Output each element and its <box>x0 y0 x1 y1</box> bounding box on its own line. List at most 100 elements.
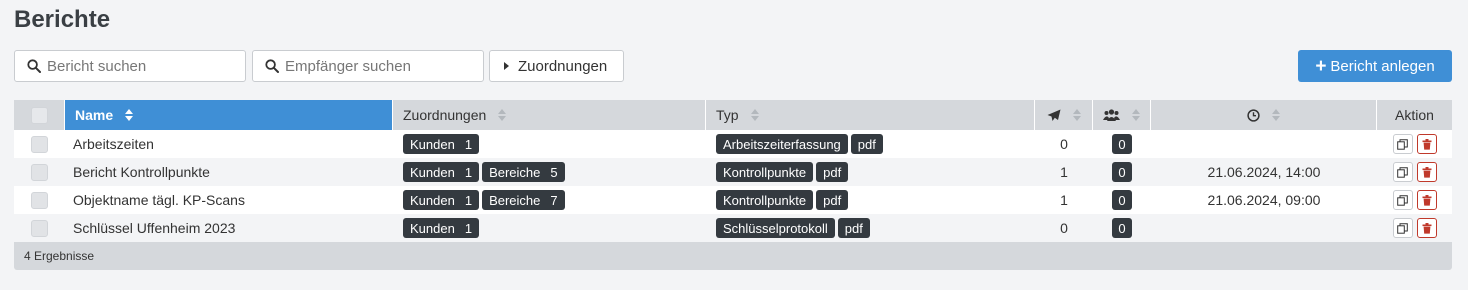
type-tag: Kontrollpunkte <box>716 162 814 182</box>
column-header-name[interactable]: Name <box>65 100 393 130</box>
type-tag: Arbeitszeiterfassung <box>716 134 848 154</box>
recipient-search-box[interactable] <box>252 50 484 82</box>
table-row[interactable]: Bericht Kontrollpunkte Kunden 1 Bereiche 5 … <box>14 158 1452 186</box>
sent-count: 0 <box>1060 136 1068 152</box>
assignment-tag: Kunden 1 <box>403 218 480 238</box>
trash-icon <box>1422 194 1431 206</box>
sort-icon <box>498 109 507 121</box>
row-checkbox[interactable] <box>31 135 48 153</box>
type-cell: Kontrollpunkte pdf <box>706 186 1035 214</box>
assignment-tag: Kunden 1 <box>403 162 480 182</box>
assignment-tag: Bereiche 5 <box>482 162 565 182</box>
assignment-tag-count: 1 <box>464 136 473 152</box>
assignment-tag: Bereiche 7 <box>482 190 565 210</box>
column-header-sent[interactable] <box>1035 100 1093 130</box>
type-tag: pdf <box>837 218 870 238</box>
timestamp <box>1151 130 1377 158</box>
copy-button[interactable] <box>1392 190 1413 210</box>
type-tag: pdf <box>816 190 849 210</box>
copy-icon <box>1397 222 1408 234</box>
column-header-recipients[interactable] <box>1093 100 1151 130</box>
action-cell <box>1377 130 1452 158</box>
table-body: Arbeitszeiten Kunden 1 Arbeitszeiterfassu… <box>14 130 1452 242</box>
select-all-checkbox[interactable] <box>30 106 48 124</box>
recipients-cell: 0 <box>1093 186 1151 214</box>
report-name[interactable]: Arbeitszeiten <box>65 130 393 158</box>
column-header-action-label: Aktion <box>1395 107 1434 123</box>
assignments-cell: Kunden 1 <box>393 130 706 158</box>
sort-icon <box>1072 109 1081 121</box>
row-select-cell <box>14 186 65 214</box>
timestamp <box>1151 214 1377 242</box>
table-footer: 4 Ergebnisse <box>14 242 1452 270</box>
assignment-tag-label: Kunden <box>410 220 455 236</box>
users-icon <box>1103 109 1120 121</box>
assignments-cell: Kunden 1 Bereiche 7 <box>393 186 706 214</box>
column-header-assignments[interactable]: Zuordnungen <box>393 100 706 130</box>
assignment-tag: Kunden 1 <box>403 134 480 154</box>
row-select-cell <box>14 130 65 158</box>
delete-button[interactable] <box>1416 218 1437 238</box>
column-header-timestamp[interactable] <box>1151 100 1377 130</box>
copy-button[interactable] <box>1392 218 1413 238</box>
plus-icon: + <box>1315 55 1327 77</box>
column-header-assignments-label: Zuordnungen <box>403 107 487 123</box>
row-checkbox[interactable] <box>31 191 48 209</box>
type-cell: Schlüsselprotokoll pdf <box>706 214 1035 242</box>
assignment-tag-count: 1 <box>464 192 473 208</box>
copy-icon <box>1397 194 1408 206</box>
row-checkbox[interactable] <box>31 163 48 181</box>
column-header-action: Aktion <box>1377 100 1452 130</box>
recipients-cell: 0 <box>1093 158 1151 186</box>
caret-right-icon <box>504 62 509 70</box>
recipients-count-badge: 0 <box>1112 162 1132 182</box>
assignment-tag-count: 1 <box>464 220 473 236</box>
assignment-tag-count: 1 <box>464 164 473 180</box>
report-search-box[interactable] <box>14 50 246 82</box>
report-name[interactable]: Objektname tägl. KP-Scans <box>65 186 393 214</box>
clock-icon <box>1247 108 1260 122</box>
new-report-label: Bericht anlegen <box>1330 57 1435 75</box>
table-header: Name Zuordnungen Typ Aktion <box>14 100 1452 130</box>
column-header-type[interactable]: Typ <box>706 100 1035 130</box>
assignment-tag-count: 7 <box>550 192 558 208</box>
delete-button[interactable] <box>1416 134 1437 154</box>
table-row[interactable]: Objektname tägl. KP-Scans Kunden 1 Bereich… <box>14 186 1452 214</box>
recipient-search-input[interactable] <box>285 57 465 75</box>
action-cell <box>1377 186 1452 214</box>
delete-button[interactable] <box>1416 190 1437 210</box>
recipients-count-badge: 0 <box>1112 190 1132 210</box>
timestamp: 21.06.2024, 14:00 <box>1207 164 1321 180</box>
copy-icon <box>1397 138 1408 150</box>
assignment-tag: Kunden 1 <box>403 190 480 210</box>
report-name[interactable]: Bericht Kontrollpunkte <box>65 158 393 186</box>
sort-icon <box>1132 109 1140 121</box>
column-header-name-label: Name <box>75 107 114 123</box>
sent-count: 1 <box>1060 192 1068 208</box>
assignment-tag-label: Kunden <box>410 192 455 208</box>
copy-button[interactable] <box>1392 134 1413 154</box>
copy-icon <box>1397 166 1408 178</box>
recipients-count-badge: 0 <box>1112 134 1132 154</box>
table-row[interactable]: Schlüssel Uffenheim 2023 Kunden 1 Schlüss… <box>14 214 1452 242</box>
delete-button[interactable] <box>1416 162 1437 182</box>
reports-table: Name Zuordnungen Typ Aktion Arbeitszeite… <box>14 100 1452 270</box>
row-checkbox[interactable] <box>31 219 48 237</box>
recipients-cell: 0 <box>1093 130 1151 158</box>
assignments-filter-button[interactable]: Zuordnungen <box>489 50 624 82</box>
sent-count: 0 <box>1060 220 1068 236</box>
select-all-cell <box>14 100 65 130</box>
table-row[interactable]: Arbeitszeiten Kunden 1 Arbeitszeiterfassu… <box>14 130 1452 158</box>
timestamp: 21.06.2024, 09:00 <box>1207 192 1321 208</box>
type-tag: Schlüsselprotokoll <box>716 218 835 238</box>
search-icon <box>265 59 279 73</box>
assignment-tag-label: Kunden <box>410 136 455 152</box>
type-cell: Arbeitszeiterfassung pdf <box>706 130 1035 158</box>
search-icon <box>27 59 41 73</box>
copy-button[interactable] <box>1392 162 1413 182</box>
report-search-input[interactable] <box>47 57 227 75</box>
assignments-cell: Kunden 1 <box>393 214 706 242</box>
new-report-button[interactable]: + Bericht anlegen <box>1298 50 1452 82</box>
report-name[interactable]: Schlüssel Uffenheim 2023 <box>65 214 393 242</box>
assignment-tag-count: 5 <box>550 164 558 180</box>
